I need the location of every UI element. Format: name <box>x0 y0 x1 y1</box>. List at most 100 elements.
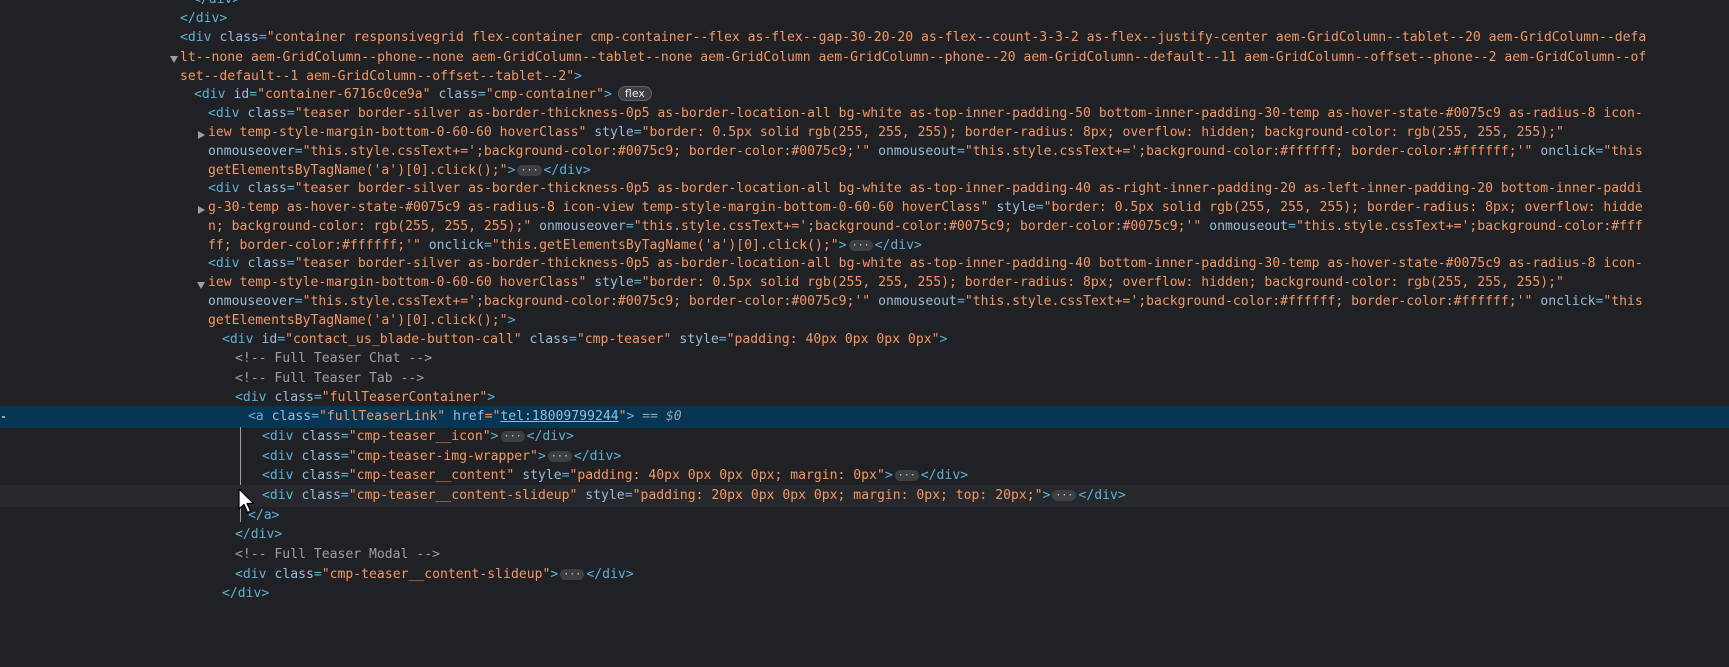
attr-name: style <box>585 488 625 503</box>
attr-value: "container responsivegrid flex-container… <box>266 30 1647 45</box>
attr-name: class <box>274 390 314 405</box>
dom-node-close-div[interactable]: </div> <box>0 524 1729 546</box>
attr-value: n; background-color: rgb(255, 255, 255);… <box>208 219 532 234</box>
attr-value: "border: 0.5px solid rgb(255, 255, 255);… <box>1043 200 1643 215</box>
selection-indicator <box>2 416 5 418</box>
tag-close: </div> <box>235 527 283 542</box>
selected-marker: == <box>634 409 666 424</box>
attr-value: "cmp-teaser__content-slideup" <box>321 567 551 582</box>
tag-open: <div <box>222 332 254 347</box>
ellipsis-button[interactable]: ··· <box>848 240 873 251</box>
attr-name: onmouseover <box>539 219 626 234</box>
elements-dom-tree[interactable]: </div> </div> <div class="container resp… <box>0 0 1729 667</box>
dom-node-full-teaser-link-selected[interactable]: <a class="fullTeaserLink" href="tel:1800… <box>0 406 1729 428</box>
attr-value: iew temp-style-margin-bottom-0-60-60 hov… <box>208 125 587 140</box>
attr-name: class <box>438 87 478 102</box>
attr-value: "this.style.cssText+=';background-color:… <box>1295 219 1643 234</box>
attr-value: "this <box>1603 144 1643 159</box>
attr-value: g-30-temp as-hover-state-#0075c9 as-radi… <box>208 200 989 215</box>
attr-value: "contact_us_blade-button-call" <box>285 332 522 347</box>
attr-value: "teaser border-silver as-border-thicknes… <box>294 181 1643 196</box>
attr-name: onmouseout <box>878 294 957 309</box>
attr-value: getElementsByTagName('a')[0].click();" <box>208 313 508 328</box>
attr-name: style <box>522 468 562 483</box>
attr-name: class <box>301 468 341 483</box>
attr-value: "cmp-teaser__icon" <box>348 429 491 444</box>
tag-open: <div <box>208 256 240 271</box>
attr-name: onmouseout <box>878 144 957 159</box>
comment-text: <!-- Full Teaser Modal --> <box>235 547 440 562</box>
attr-value: "border: 0.5px solid rgb(255, 255, 255);… <box>641 275 1564 290</box>
console-ref: $0 <box>665 409 682 424</box>
ellipsis-button[interactable]: ··· <box>547 451 572 462</box>
tag-open: <a <box>248 409 264 424</box>
attr-value: "this.style.cssText+=';background-color:… <box>964 294 1533 309</box>
dom-node-teaser-2[interactable]: <div class="teaser border-silver as-bord… <box>0 178 1729 256</box>
attr-name: onclick <box>428 238 484 253</box>
attr-value: "cmp-teaser__content-slideup" <box>348 488 578 503</box>
attr-value: getElementsByTagName('a')[0].click();" <box>208 163 508 178</box>
attr-value: "padding: 20px 0px 0px 0px; margin: 0px;… <box>632 488 1043 503</box>
attr-value: ff; border-color:#ffffff;'" <box>208 238 421 253</box>
dom-node-teaser-1[interactable]: <div class="teaser border-silver as-bord… <box>0 103 1729 181</box>
attr-name: class <box>219 30 259 45</box>
attr-name: style <box>594 275 634 290</box>
attr-name: id <box>261 332 278 347</box>
attr-value: "cmp-teaser" <box>576 332 672 347</box>
attr-value: "padding: 40px 0px 0px 0px" <box>726 332 940 347</box>
attr-value: "this <box>1603 294 1643 309</box>
ellipsis-button[interactable]: ··· <box>560 569 585 580</box>
attr-name: onmouseover <box>208 294 295 309</box>
attr-name: onmouseout <box>1209 219 1289 234</box>
attr-value: iew temp-style-margin-bottom-0-60-60 hov… <box>208 275 587 290</box>
dom-node-teaser-icon[interactable]: <div class="cmp-teaser__icon"> ··· </div> <box>0 426 1729 448</box>
dom-node-comment[interactable]: <!-- Full Teaser Modal --> <box>0 544 1729 566</box>
tag-close: </div> <box>193 0 240 7</box>
attr-name: class <box>529 332 569 347</box>
attr-name: class <box>301 429 341 444</box>
expand-toggle-icon[interactable] <box>197 281 205 289</box>
tag-open: <div <box>180 30 212 45</box>
attr-value: "cmp-teaser-img-wrapper" <box>348 449 538 464</box>
ellipsis-button[interactable]: ··· <box>1052 490 1077 501</box>
dom-node-container[interactable]: <div class="container responsivegrid fle… <box>0 27 1729 91</box>
tag-open: <div <box>235 390 267 405</box>
attr-value: "cmp-container" <box>485 87 604 102</box>
attr-value: "this.style.cssText+=';background-color:… <box>302 144 871 159</box>
dom-node-teaser-3[interactable]: <div class="teaser border-silver as-bord… <box>0 253 1729 331</box>
attr-name: class <box>247 181 287 196</box>
attr-name: style <box>996 200 1036 215</box>
ellipsis-button[interactable]: ··· <box>517 165 542 176</box>
href-link[interactable]: tel:18009799244 <box>500 409 618 424</box>
attr-value: lt--none aem-GridColumn--phone--none aem… <box>180 49 1647 65</box>
ellipsis-button[interactable]: ··· <box>500 431 525 442</box>
tag-open: <div <box>208 181 240 196</box>
dom-node-teaser-content-slideup-hovered[interactable]: <div class="cmp-teaser__content-slideup"… <box>0 485 1729 507</box>
tag-open: <div <box>194 87 226 102</box>
attr-name: onclick <box>1540 144 1596 159</box>
attr-name: href <box>453 409 485 424</box>
attr-name: onmouseover <box>208 144 295 159</box>
attr-value: =" <box>484 409 501 424</box>
flex-badge[interactable]: flex <box>617 86 652 101</box>
tag-open: <div <box>262 429 294 444</box>
comment-text: <!-- Full Teaser Chat --> <box>235 351 433 366</box>
attr-value: set--default--1 aem-GridColumn--offset--… <box>180 69 575 84</box>
attr-value: "this.style.cssText+=';background-color:… <box>964 144 1533 159</box>
dom-node-comment[interactable]: <!-- Full Teaser Chat --> <box>0 348 1729 370</box>
expand-toggle-icon[interactable] <box>170 55 178 63</box>
dom-node-teaser-content[interactable]: <div class="cmp-teaser__content" style="… <box>0 465 1729 487</box>
collapse-toggle-icon[interactable] <box>198 130 205 139</box>
dom-node-close-div[interactable]: </div> <box>0 583 1729 605</box>
attr-name: class <box>271 409 312 424</box>
attr-value: "cmp-teaser__content" <box>348 468 515 483</box>
tag-close: </div> <box>222 586 270 601</box>
attr-name: style <box>594 125 634 140</box>
collapse-toggle-icon[interactable] <box>198 205 205 214</box>
tag-open: <div <box>235 567 267 582</box>
attr-value: "padding: 40px 0px 0px 0px; margin: 0px" <box>569 468 885 483</box>
tag-open: <div <box>262 449 294 464</box>
ellipsis-button[interactable]: ··· <box>894 470 919 481</box>
attr-value: "this.style.cssText+=';background-color:… <box>302 294 871 309</box>
attr-name: style <box>679 332 719 347</box>
